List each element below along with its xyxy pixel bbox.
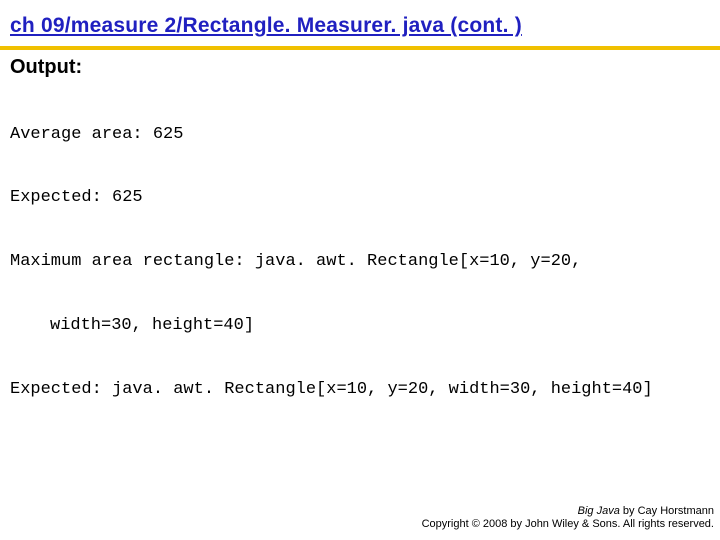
author-text: by Cay Horstmann [620, 505, 714, 517]
footer-line-1: Big Java by Cay Horstmann [422, 505, 714, 519]
code-line: Average area: 625 [10, 124, 710, 145]
code-output: Average area: 625 Expected: 625 Maximum … [10, 81, 710, 442]
output-heading: Output: [10, 56, 710, 79]
code-line: width=30, height=40] [10, 315, 710, 336]
slide-title-area: ch 09/measure 2/Rectangle. Measurer. jav… [0, 0, 720, 44]
slide-title: ch 09/measure 2/Rectangle. Measurer. jav… [10, 14, 710, 38]
footer-line-2: Copyright © 2008 by John Wiley & Sons. A… [422, 518, 714, 532]
code-line: Expected: java. awt. Rectangle[x=10, y=2… [10, 379, 710, 400]
slide-content: Output: Average area: 625 Expected: 625 … [0, 50, 720, 442]
slide-footer: Big Java by Cay Horstmann Copyright © 20… [422, 505, 714, 533]
code-line: Expected: 625 [10, 187, 710, 208]
book-title: Big Java [578, 505, 620, 517]
code-line: Maximum area rectangle: java. awt. Recta… [10, 251, 710, 272]
